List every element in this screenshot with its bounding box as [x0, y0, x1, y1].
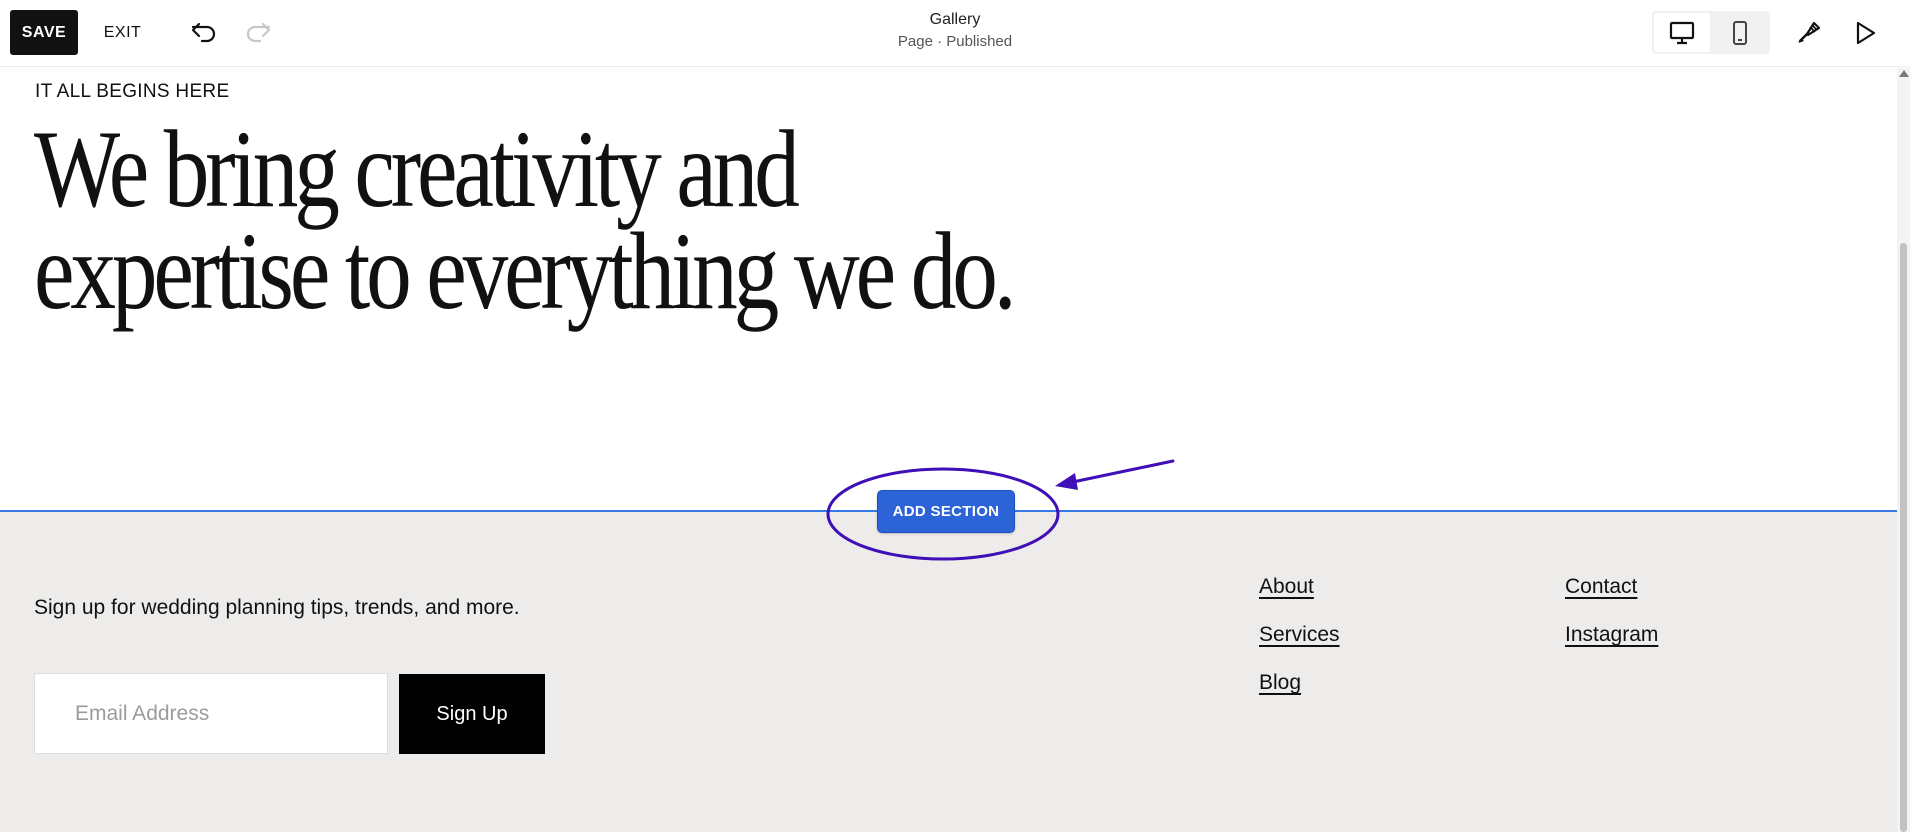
- sign-up-button[interactable]: Sign Up: [399, 674, 545, 754]
- save-button[interactable]: SAVE: [10, 10, 78, 55]
- mobile-view-button[interactable]: [1712, 13, 1768, 52]
- exit-button[interactable]: EXIT: [90, 10, 155, 55]
- hero-eyebrow: IT ALL BEGINS HERE: [35, 81, 230, 102]
- annotation-arrow-icon: [1055, 459, 1175, 490]
- scroll-up-arrow-icon[interactable]: [1899, 70, 1909, 77]
- footer-link-instagram[interactable]: Instagram: [1565, 623, 1658, 647]
- footer-link-about[interactable]: About: [1259, 575, 1314, 599]
- add-section-button[interactable]: ADD SECTION: [877, 490, 1015, 533]
- mobile-icon: [1733, 20, 1747, 45]
- email-field[interactable]: [34, 673, 388, 754]
- undo-icon[interactable]: [186, 14, 222, 50]
- paintbrush-icon[interactable]: [1789, 14, 1827, 52]
- footer-link-contact[interactable]: Contact: [1565, 575, 1637, 599]
- redo-icon[interactable]: [240, 14, 276, 50]
- hero-headline: We bring creativity and expertise to eve…: [34, 108, 1017, 332]
- device-toggle: [1652, 11, 1770, 54]
- page-title: Gallery: [929, 11, 981, 28]
- footer-link-blog[interactable]: Blog: [1259, 671, 1301, 695]
- desktop-icon: [1669, 21, 1695, 44]
- scrollbar-thumb[interactable]: [1900, 243, 1907, 832]
- page-status: Page · Published: [897, 33, 1013, 50]
- editor-toolbar: SAVE EXIT Gallery Page · Published: [0, 0, 1910, 67]
- newsletter-text: Sign up for wedding planning tips, trend…: [34, 596, 520, 619]
- desktop-view-button[interactable]: [1654, 13, 1710, 52]
- footer-section: [0, 512, 1897, 832]
- footer-link-services[interactable]: Services: [1259, 623, 1340, 647]
- play-icon[interactable]: [1846, 14, 1884, 52]
